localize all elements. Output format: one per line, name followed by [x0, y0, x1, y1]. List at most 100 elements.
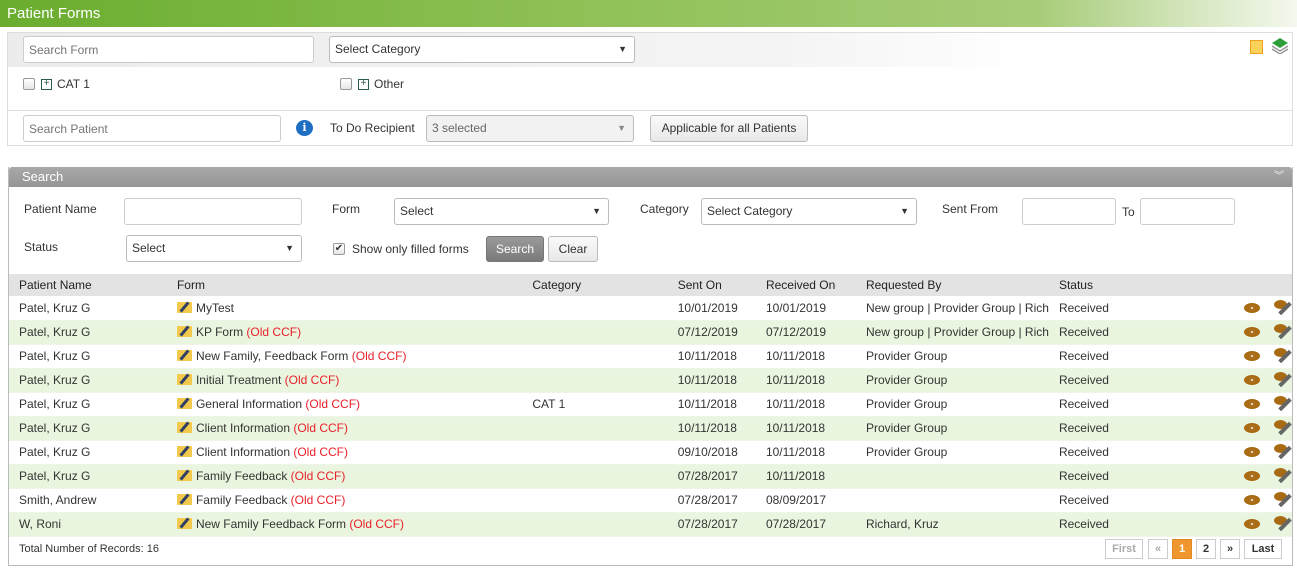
view-eye-icon[interactable]	[1244, 447, 1260, 457]
cell-actions	[1149, 344, 1292, 369]
view-eye-icon[interactable]	[1244, 471, 1260, 481]
todo-recipient-select[interactable]: 3 selected ▼	[426, 115, 634, 142]
clear-button[interactable]: Clear	[548, 236, 598, 262]
form-select[interactable]: Select ▼	[394, 198, 609, 225]
view-edit-icon[interactable]	[1274, 444, 1292, 460]
view-edit-icon[interactable]	[1274, 299, 1292, 316]
form-link[interactable]: KP Form	[196, 325, 243, 339]
view-eye-icon[interactable]	[1244, 351, 1260, 361]
category-label-other: Other	[374, 77, 405, 91]
view-edit-icon[interactable]	[1274, 468, 1292, 484]
form-link[interactable]: Client Information	[196, 445, 290, 459]
cell-form: New Family Feedback Form (Old CCF)	[166, 512, 523, 537]
page-title: Patient Forms	[0, 0, 1297, 27]
pager-next-button[interactable]: »	[1220, 539, 1240, 559]
table-row: Patel, Kruz G New Family, Feedback Form (…	[9, 344, 1292, 369]
cell-requested-by: Richard, Kruz	[855, 512, 1049, 537]
form-edit-icon	[176, 301, 192, 313]
table-row: Patel, Kruz G Initial Treatment (Old CCF)…	[9, 368, 1292, 393]
column-header-patient-name[interactable]: Patient Name	[9, 274, 167, 296]
category-select[interactable]: Select Category ▼	[329, 36, 635, 63]
layers-icon[interactable]	[1272, 38, 1288, 54]
cell-category	[522, 440, 668, 465]
notes-icon[interactable]	[1250, 40, 1263, 54]
form-edit-icon	[176, 518, 192, 529]
table-header-row: Patient Name Form Category Sent On Recei…	[9, 274, 1292, 296]
form-link[interactable]: Family Feedback	[196, 469, 287, 483]
view-edit-icon[interactable]	[1274, 420, 1292, 436]
cell-category	[522, 344, 668, 369]
form-link[interactable]: New Family, Feedback Form	[196, 349, 348, 363]
status-select[interactable]: Select ▼	[126, 235, 302, 262]
cell-sent-on: 10/01/2019	[667, 296, 756, 321]
patient-name-input[interactable]	[124, 198, 302, 225]
view-edit-icon[interactable]	[1274, 396, 1292, 412]
collapse-chevron-icon[interactable]: ︾	[1274, 167, 1284, 187]
view-eye-icon[interactable]	[1244, 399, 1260, 409]
form-link[interactable]: Client Information	[196, 421, 290, 435]
form-link[interactable]: MyTest	[196, 301, 234, 315]
column-header-received-on[interactable]: Received On	[755, 274, 856, 296]
expand-plus-icon[interactable]: +	[41, 79, 52, 90]
show-only-filled-checkbox[interactable]: ✔	[333, 243, 345, 255]
form-link[interactable]: New Family Feedback Form	[196, 517, 346, 531]
view-edit-icon[interactable]	[1274, 492, 1292, 508]
category-checkbox-cat1[interactable]	[23, 78, 35, 90]
pager-prev-button[interactable]: «	[1148, 539, 1168, 559]
todo-recipient-label: To Do Recipient	[330, 121, 415, 135]
sent-to-input[interactable]	[1140, 198, 1235, 225]
view-eye-icon[interactable]	[1244, 423, 1260, 433]
form-edit-icon	[176, 470, 192, 481]
cell-form: Initial Treatment (Old CCF)	[166, 368, 523, 393]
category-checkbox-other[interactable]	[340, 78, 352, 90]
search-button[interactable]: Search	[486, 236, 544, 262]
view-edit-icon[interactable]	[1274, 348, 1292, 364]
view-edit-icon[interactable]	[1274, 324, 1292, 340]
search-patient-input[interactable]	[23, 115, 281, 142]
view-edit-icon[interactable]	[1274, 372, 1292, 388]
view-eye-icon[interactable]	[1244, 302, 1260, 313]
cell-status: Received	[1048, 392, 1149, 417]
cell-status: Received	[1048, 368, 1149, 393]
pager-page-1[interactable]: 1	[1172, 539, 1192, 559]
to-label: To	[1122, 205, 1135, 219]
column-header-requested-by[interactable]: Requested By	[855, 274, 1049, 296]
pager-page-2[interactable]: 2	[1196, 539, 1216, 559]
applicable-for-all-patients-button[interactable]: Applicable for all Patients	[650, 115, 808, 142]
column-header-sent-on[interactable]: Sent On	[667, 274, 756, 296]
form-edit-icon	[176, 422, 192, 433]
info-icon[interactable]: i	[296, 120, 313, 136]
search-category-select-value: Select Category	[707, 204, 793, 218]
cell-form: Client Information (Old CCF)	[166, 440, 523, 465]
cell-requested-by: New group | Provider Group | Rich	[855, 296, 1049, 321]
search-category-select[interactable]: Select Category ▼	[701, 198, 917, 225]
form-link[interactable]: Initial Treatment	[196, 373, 281, 387]
column-header-category[interactable]: Category	[522, 274, 668, 296]
chevron-down-icon: ▼	[592, 206, 601, 216]
column-header-status[interactable]: Status	[1048, 274, 1149, 296]
cell-actions	[1149, 440, 1292, 465]
search-form-input[interactable]	[23, 36, 314, 63]
column-header-form[interactable]: Form	[166, 274, 523, 296]
category-select-value: Select Category	[335, 42, 421, 56]
table-row: Patel, Kruz G MyTest 10/01/2019 10/01/2019…	[9, 296, 1292, 321]
sent-from-input[interactable]	[1022, 198, 1116, 225]
status-select-value: Select	[132, 241, 166, 255]
table-row: Patel, Kruz G General Information (Old CC…	[9, 392, 1292, 417]
pager-first-button[interactable]: First	[1105, 539, 1143, 559]
view-eye-icon[interactable]	[1244, 495, 1260, 505]
view-eye-icon[interactable]	[1244, 519, 1260, 529]
view-eye-icon[interactable]	[1244, 375, 1260, 385]
cell-category	[522, 296, 668, 321]
view-eye-icon[interactable]	[1244, 327, 1260, 337]
cell-sent-on: 10/11/2018	[667, 344, 756, 369]
form-select-value: Select	[400, 204, 434, 218]
form-link[interactable]: General Information	[196, 397, 302, 411]
search-panel-header[interactable]: Search ︾	[9, 167, 1292, 187]
view-edit-icon[interactable]	[1274, 516, 1292, 532]
table-row: Patel, Kruz G Client Information (Old CCF…	[9, 440, 1292, 465]
expand-plus-icon[interactable]: +	[358, 79, 369, 90]
form-link[interactable]: Family Feedback	[196, 493, 287, 507]
cell-patient-name: Patel, Kruz G	[9, 440, 167, 465]
pager-last-button[interactable]: Last	[1244, 539, 1282, 559]
